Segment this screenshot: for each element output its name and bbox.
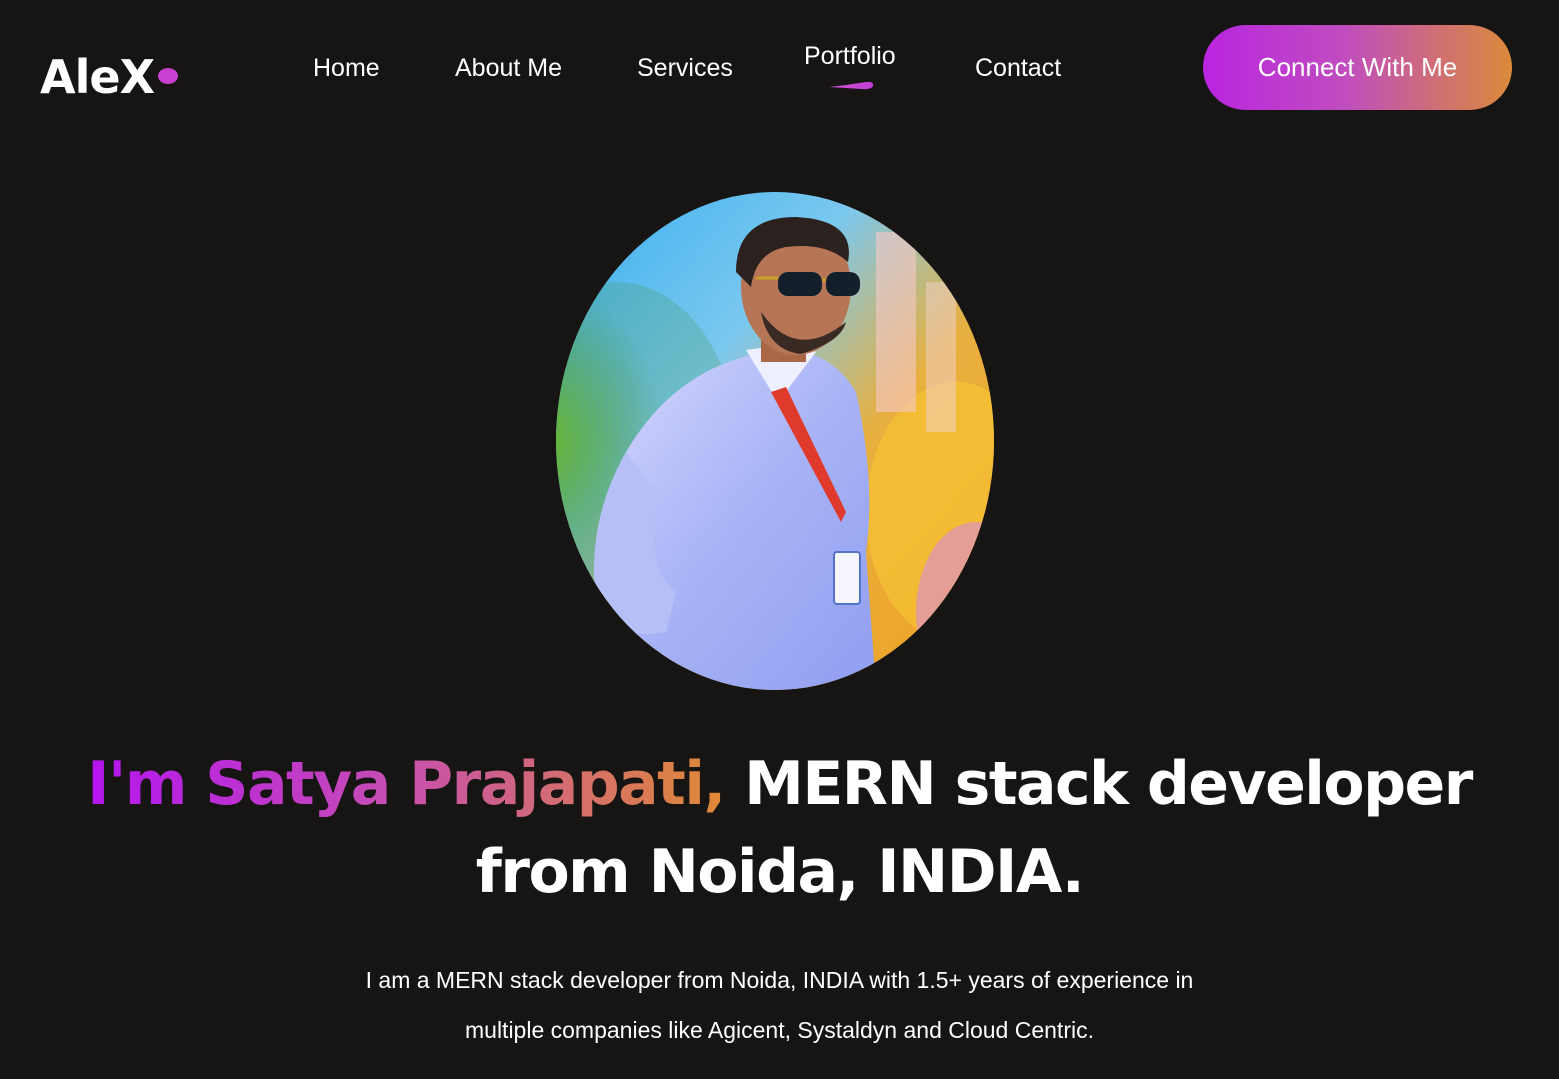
nav-about-me[interactable]: About Me: [455, 54, 562, 83]
nav-contact[interactable]: Contact: [975, 54, 1061, 83]
hero-headline: I'm Satya Prajapati, MERN stack develope…: [0, 740, 1559, 916]
hero-description: I am a MERN stack developer from Noida, …: [0, 955, 1559, 1055]
hero-description-line2: multiple companies like Agicent, Systald…: [465, 1017, 1094, 1043]
logo[interactable]: AleX: [40, 40, 178, 104]
nav-portfolio[interactable]: Portfolio: [804, 42, 896, 71]
active-nav-underline-icon: [829, 81, 874, 90]
nav-home[interactable]: Home: [313, 54, 380, 83]
nav-services[interactable]: Services: [637, 54, 733, 83]
hero-headline-line2: from Noida, INDIA.: [475, 837, 1085, 907]
hero-name-highlight: I'm Satya Prajapati,: [87, 749, 726, 819]
profile-photo: [556, 192, 994, 690]
hero-description-line1: I am a MERN stack developer from Noida, …: [365, 967, 1194, 993]
hero-headline-line1: MERN stack developer: [744, 749, 1473, 819]
page: AleX Home About Me Services Portfolio Co…: [0, 0, 1559, 1079]
logo-dot-icon: [158, 68, 178, 84]
connect-with-me-button[interactable]: Connect With Me: [1203, 25, 1512, 110]
logo-text: AleX: [40, 50, 155, 104]
